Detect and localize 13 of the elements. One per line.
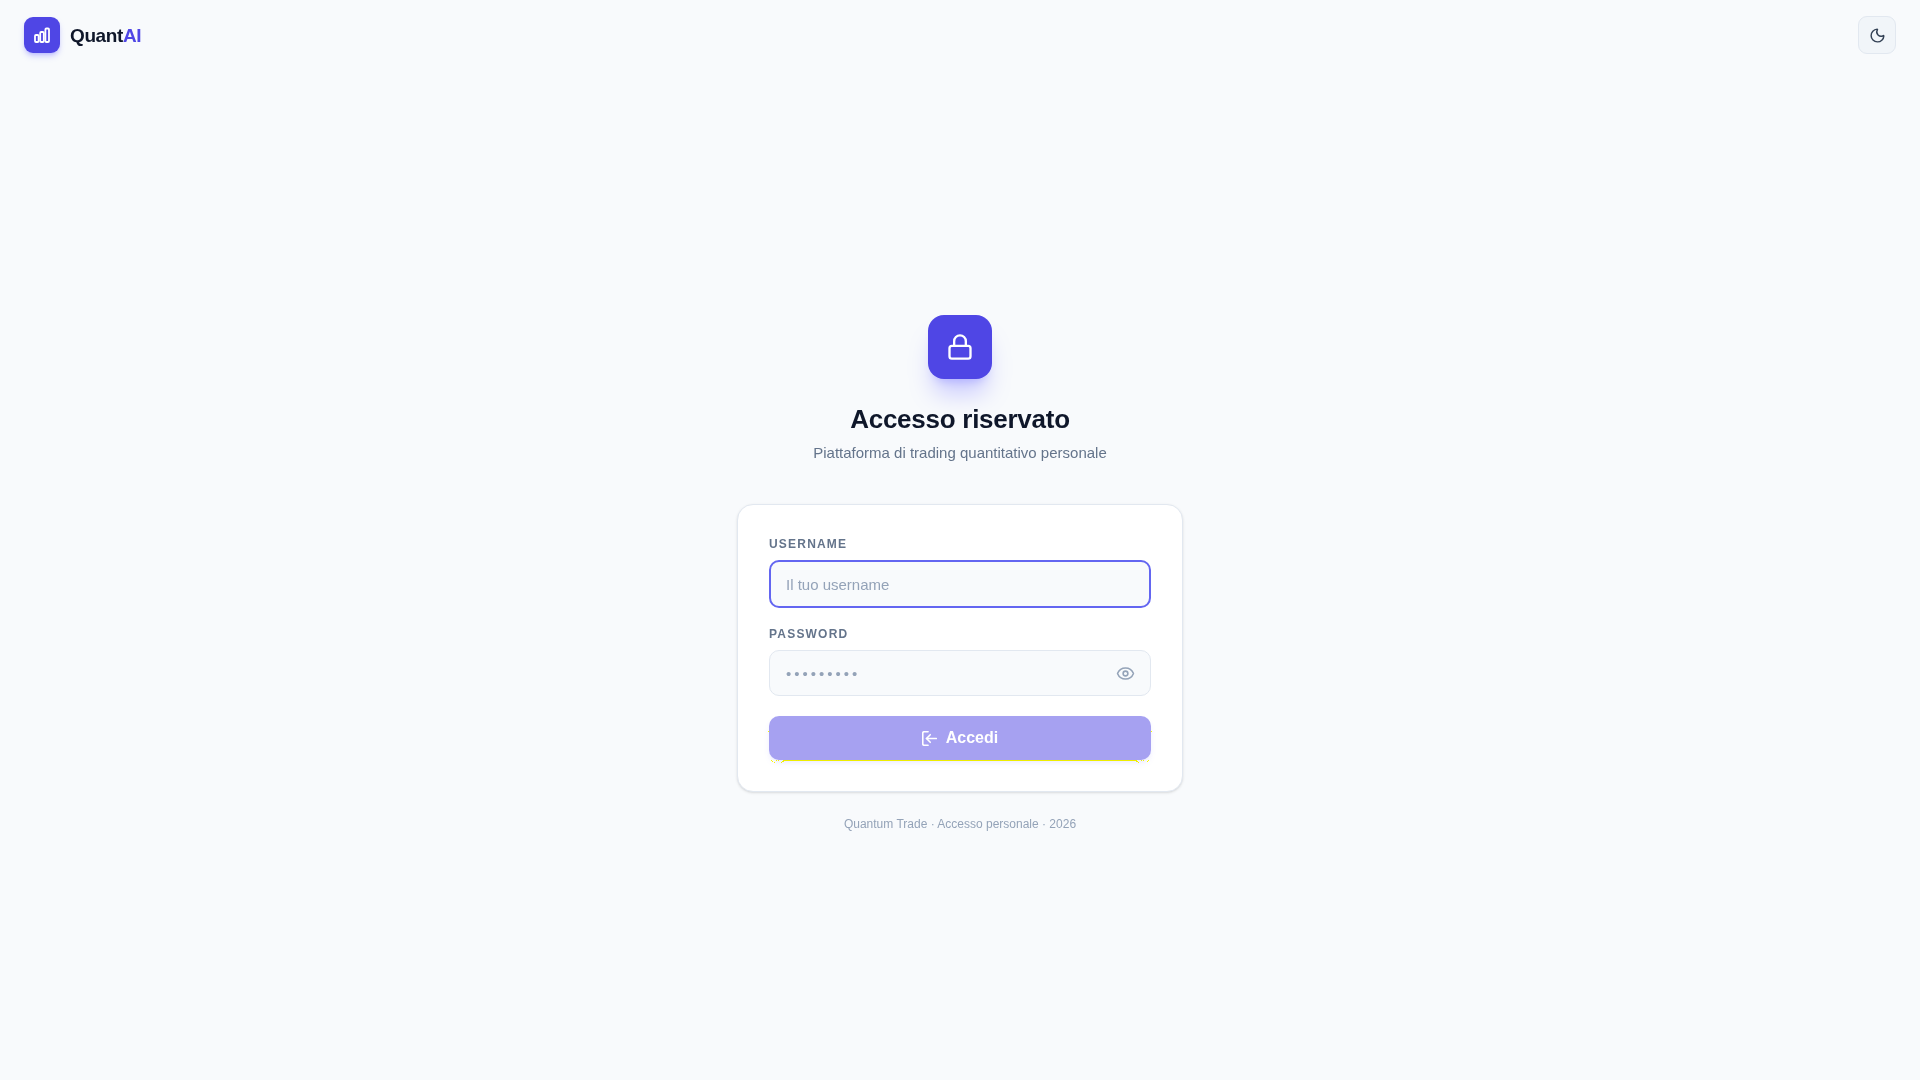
page-subtitle: Piattaforma di trading quantitativo personale xyxy=(813,443,1107,463)
moon-icon xyxy=(1868,26,1886,44)
bar-chart-logo-icon xyxy=(24,17,60,53)
log-in-icon xyxy=(921,730,937,746)
field-label: PASSWORD xyxy=(769,626,849,642)
footer-text: Quantum Trade · Accesso personale · 2026 xyxy=(843,816,1077,832)
theme-toggle-button[interactable] xyxy=(1858,16,1896,54)
username-field[interactable]: Il tuo username xyxy=(769,560,1151,608)
password-field[interactable]: ••••••••• xyxy=(769,650,1151,696)
lock-tile-icon xyxy=(928,315,992,379)
field-label: USERNAME xyxy=(769,536,848,552)
brand-name: QuantAI xyxy=(70,25,142,45)
page-title: Accesso riservato xyxy=(850,403,1070,435)
